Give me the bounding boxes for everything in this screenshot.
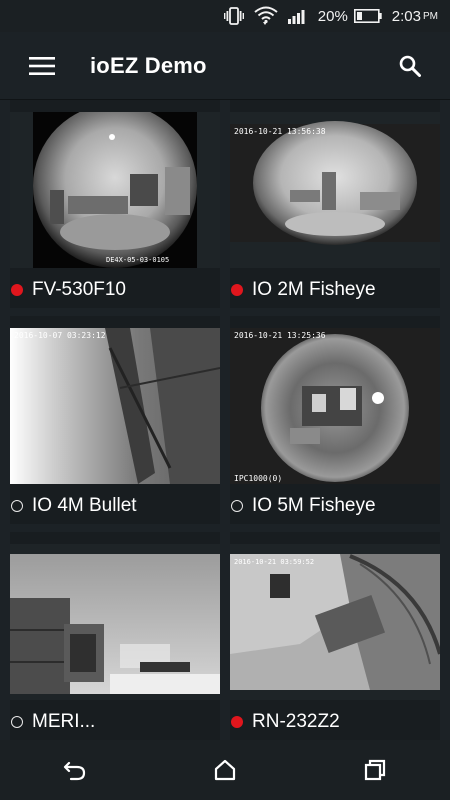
home-button[interactable]: [195, 748, 255, 792]
camera-timestamp: DE4X-05-03-0105: [106, 256, 169, 264]
battery-percent: 20%: [317, 7, 348, 25]
app-bar: ioEZ Demo: [0, 32, 450, 100]
back-button[interactable]: [45, 748, 105, 792]
camera-name: FV-530F10: [32, 279, 126, 300]
back-icon: [63, 761, 86, 781]
clock-time: 2:03: [391, 7, 421, 25]
camera-name: IO 4M Bullet: [32, 495, 137, 516]
camera-card-io-2m-fisheye[interactable]: 2016-10-21 13:56:38 IO 2M Fisheye: [230, 100, 440, 308]
camera-label-row: IO 2M Fisheye: [230, 278, 440, 302]
clock-ampm: PM: [423, 10, 438, 22]
signal-icon: [287, 8, 308, 24]
search-button[interactable]: [392, 48, 428, 84]
camera-label-row: IO 5M Fisheye: [230, 494, 440, 518]
recording-status-dot: [231, 716, 243, 728]
camera-card-fv-530f10[interactable]: DE4X-05-03-0105 FV-530F10: [10, 100, 220, 308]
camera-timestamp: 2016-10-07 03:23:12: [14, 331, 106, 340]
camera-timestamp: 2016-10-21 13:25:36: [234, 331, 326, 340]
camera-card-meri[interactable]: MERI...: [10, 532, 220, 740]
idle-status-dot: [231, 500, 243, 512]
camera-timestamp: 2016-10-21 03:59:52: [234, 558, 314, 566]
camera-label-row: MERI...: [10, 710, 220, 734]
vibrate-icon: [223, 7, 244, 25]
recent-apps-button[interactable]: [345, 748, 405, 792]
camera-timestamp: 2016-10-21 13:56:38: [234, 127, 326, 136]
camera-grid: DE4X-05-03-0105 FV-530F10 2016-10-21 13:…: [0, 100, 450, 740]
search-icon: [399, 55, 421, 77]
camera-overlay-id: IPC1000(0): [234, 474, 282, 483]
camera-thumbnail[interactable]: 2016-10-21 03:59:52: [230, 544, 440, 700]
hamburger-menu-icon: [29, 56, 55, 75]
camera-name: RN-232Z2: [252, 711, 340, 732]
camera-label-row: RN-232Z2: [230, 710, 440, 734]
app-title: ioEZ Demo: [90, 52, 207, 78]
idle-status-dot: [11, 500, 23, 512]
camera-thumbnail[interactable]: 2016-10-07 03:23:12: [10, 328, 220, 484]
recent-apps-icon: [364, 759, 386, 781]
camera-label-row: IO 4M Bullet: [10, 494, 220, 518]
status-bar: 20% 2:03 PM: [0, 0, 450, 32]
recording-status-dot: [11, 284, 23, 296]
camera-card-rn-232z2[interactable]: 2016-10-21 03:59:52 RN-232Z2: [230, 532, 440, 740]
recording-status-dot: [231, 284, 243, 296]
camera-label-row: FV-530F10: [10, 278, 220, 302]
camera-thumbnail[interactable]: 2016-10-21 13:56:38: [230, 112, 440, 268]
home-icon: [214, 759, 236, 781]
clock: 2:03 PM: [392, 8, 438, 25]
camera-thumbnail[interactable]: DE4X-05-03-0105: [10, 112, 220, 268]
menu-button[interactable]: [20, 44, 64, 88]
camera-thumbnail[interactable]: [10, 544, 220, 700]
wifi-icon: [254, 6, 278, 26]
camera-name: IO 2M Fisheye: [252, 279, 376, 300]
camera-thumbnail[interactable]: 2016-10-21 13:25:36 IPC1000(0): [230, 328, 440, 484]
camera-card-io-4m-bullet[interactable]: 2016-10-07 03:23:12 IO 4M Bullet: [10, 316, 220, 524]
camera-card-io-5m-fisheye[interactable]: 2016-10-21 13:25:36 IPC1000(0) IO 5M Fis…: [230, 316, 440, 524]
battery-icon: [353, 9, 382, 23]
camera-name: MERI...: [32, 711, 96, 732]
idle-status-dot: [11, 716, 23, 728]
navigation-bar: [0, 740, 450, 800]
camera-name: IO 5M Fisheye: [252, 495, 376, 516]
